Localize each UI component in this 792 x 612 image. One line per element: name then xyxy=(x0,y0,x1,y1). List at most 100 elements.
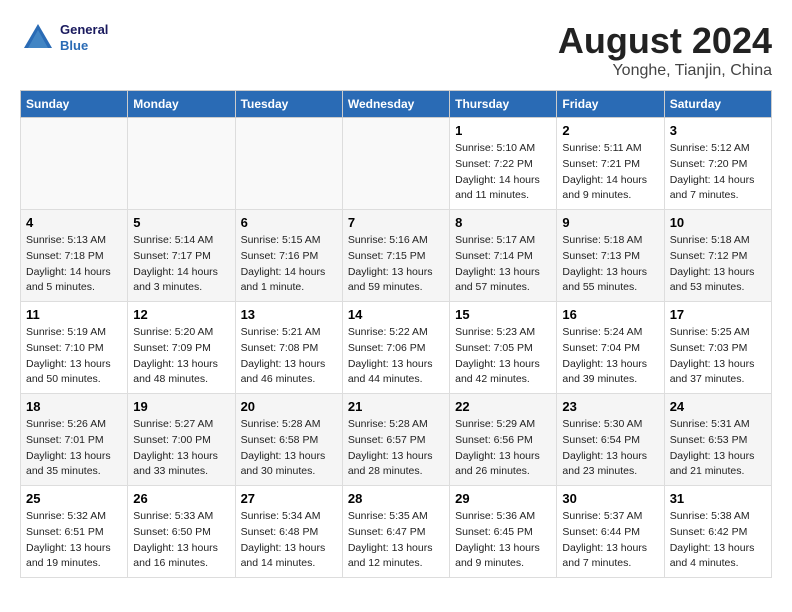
day-detail: Sunrise: 5:31 AMSunset: 6:53 PMDaylight:… xyxy=(670,417,766,480)
subtitle: Yonghe, Tianjin, China xyxy=(558,62,772,80)
day-detail: Sunrise: 5:25 AMSunset: 7:03 PMDaylight:… xyxy=(670,325,766,388)
day-detail: Sunrise: 5:29 AMSunset: 6:56 PMDaylight:… xyxy=(455,417,551,480)
day-detail: Sunrise: 5:28 AMSunset: 6:58 PMDaylight:… xyxy=(241,417,337,480)
day-number: 26 xyxy=(133,491,229,506)
day-number: 10 xyxy=(670,215,766,230)
day-number: 1 xyxy=(455,123,551,138)
calendar-cell xyxy=(128,118,235,210)
calendar-header: SundayMondayTuesdayWednesdayThursdayFrid… xyxy=(21,91,772,118)
day-number: 16 xyxy=(562,307,658,322)
day-number: 31 xyxy=(670,491,766,506)
calendar-cell: 3Sunrise: 5:12 AMSunset: 7:20 PMDaylight… xyxy=(664,118,771,210)
day-number: 2 xyxy=(562,123,658,138)
day-detail: Sunrise: 5:16 AMSunset: 7:15 PMDaylight:… xyxy=(348,233,444,296)
day-detail: Sunrise: 5:37 AMSunset: 6:44 PMDaylight:… xyxy=(562,509,658,572)
day-detail: Sunrise: 5:24 AMSunset: 7:04 PMDaylight:… xyxy=(562,325,658,388)
calendar-cell: 29 Sunrise: 5:36 AMSunset: 6:45 PMDayligh… xyxy=(450,486,557,578)
day-detail: Sunrise: 5:28 AMSunset: 6:57 PMDaylight:… xyxy=(348,417,444,480)
calendar-cell: 15 Sunrise: 5:23 AMSunset: 7:05 PMDayligh… xyxy=(450,302,557,394)
day-number: 4 xyxy=(26,215,122,230)
day-number: 18 xyxy=(26,399,122,414)
day-number: 21 xyxy=(348,399,444,414)
calendar-cell: 10 Sunrise: 5:18 AMSunset: 7:12 PMDayligh… xyxy=(664,210,771,302)
day-number: 14 xyxy=(348,307,444,322)
calendar-table: SundayMondayTuesdayWednesdayThursdayFrid… xyxy=(20,90,772,578)
calendar-cell: 25 Sunrise: 5:32 AMSunset: 6:51 PMDayligh… xyxy=(21,486,128,578)
day-number: 15 xyxy=(455,307,551,322)
calendar-cell: 24 Sunrise: 5:31 AMSunset: 6:53 PMDayligh… xyxy=(664,394,771,486)
day-number: 27 xyxy=(241,491,337,506)
day-detail: Sunrise: 5:22 AMSunset: 7:06 PMDaylight:… xyxy=(348,325,444,388)
week-row-5: 25 Sunrise: 5:32 AMSunset: 6:51 PMDayligh… xyxy=(21,486,772,578)
day-detail: Sunrise: 5:32 AMSunset: 6:51 PMDaylight:… xyxy=(26,509,122,572)
calendar-cell: 2 Sunrise: 5:11 AMSunset: 7:21 PMDaylight… xyxy=(557,118,664,210)
day-number: 17 xyxy=(670,307,766,322)
calendar-cell: 7 Sunrise: 5:16 AMSunset: 7:15 PMDaylight… xyxy=(342,210,449,302)
header-row: SundayMondayTuesdayWednesdayThursdayFrid… xyxy=(21,91,772,118)
day-number: 24 xyxy=(670,399,766,414)
day-number: 8 xyxy=(455,215,551,230)
day-number: 13 xyxy=(241,307,337,322)
calendar-cell: 11Sunrise: 5:19 AMSunset: 7:10 PMDayligh… xyxy=(21,302,128,394)
day-number: 6 xyxy=(241,215,337,230)
week-row-2: 4 Sunrise: 5:13 AMSunset: 7:18 PMDaylight… xyxy=(21,210,772,302)
calendar-cell: 12Sunrise: 5:20 AMSunset: 7:09 PMDayligh… xyxy=(128,302,235,394)
calendar-cell: 1 Sunrise: 5:10 AMSunset: 7:22 PMDaylight… xyxy=(450,118,557,210)
day-number: 30 xyxy=(562,491,658,506)
col-header-monday: Monday xyxy=(128,91,235,118)
calendar-cell xyxy=(235,118,342,210)
calendar-cell: 30 Sunrise: 5:37 AMSunset: 6:44 PMDayligh… xyxy=(557,486,664,578)
day-detail: Sunrise: 5:18 AMSunset: 7:13 PMDaylight:… xyxy=(562,233,658,296)
logo-text: General Blue xyxy=(60,22,108,53)
col-header-thursday: Thursday xyxy=(450,91,557,118)
calendar-cell: 17 Sunrise: 5:25 AMSunset: 7:03 PMDayligh… xyxy=(664,302,771,394)
day-number: 9 xyxy=(562,215,658,230)
calendar-cell: 6Sunrise: 5:15 AMSunset: 7:16 PMDaylight… xyxy=(235,210,342,302)
calendar-cell xyxy=(342,118,449,210)
calendar-cell: 23Sunrise: 5:30 AMSunset: 6:54 PMDayligh… xyxy=(557,394,664,486)
logo-line2: Blue xyxy=(60,38,108,54)
day-number: 11 xyxy=(26,307,122,322)
calendar-cell: 16 Sunrise: 5:24 AMSunset: 7:04 PMDayligh… xyxy=(557,302,664,394)
logo: General Blue xyxy=(20,20,108,56)
calendar-cell: 14 Sunrise: 5:22 AMSunset: 7:06 PMDayligh… xyxy=(342,302,449,394)
calendar-cell: 27Sunrise: 5:34 AMSunset: 6:48 PMDayligh… xyxy=(235,486,342,578)
logo-line1: General xyxy=(60,22,108,38)
day-number: 5 xyxy=(133,215,229,230)
col-header-friday: Friday xyxy=(557,91,664,118)
logo-icon xyxy=(20,20,56,56)
day-number: 3 xyxy=(670,123,766,138)
day-detail: Sunrise: 5:11 AMSunset: 7:21 PMDaylight:… xyxy=(562,141,658,204)
day-number: 28 xyxy=(348,491,444,506)
calendar-cell: 20 Sunrise: 5:28 AMSunset: 6:58 PMDayligh… xyxy=(235,394,342,486)
calendar-cell: 13 Sunrise: 5:21 AMSunset: 7:08 PMDayligh… xyxy=(235,302,342,394)
day-number: 29 xyxy=(455,491,551,506)
col-header-saturday: Saturday xyxy=(664,91,771,118)
week-row-3: 11Sunrise: 5:19 AMSunset: 7:10 PMDayligh… xyxy=(21,302,772,394)
day-number: 7 xyxy=(348,215,444,230)
day-detail: Sunrise: 5:26 AMSunset: 7:01 PMDaylight:… xyxy=(26,417,122,480)
calendar-cell: 21 Sunrise: 5:28 AMSunset: 6:57 PMDayligh… xyxy=(342,394,449,486)
day-detail: Sunrise: 5:18 AMSunset: 7:12 PMDaylight:… xyxy=(670,233,766,296)
day-detail: Sunrise: 5:10 AMSunset: 7:22 PMDaylight:… xyxy=(455,141,551,204)
day-detail: Sunrise: 5:23 AMSunset: 7:05 PMDaylight:… xyxy=(455,325,551,388)
day-detail: Sunrise: 5:36 AMSunset: 6:45 PMDaylight:… xyxy=(455,509,551,572)
day-detail: Sunrise: 5:13 AMSunset: 7:18 PMDaylight:… xyxy=(26,233,122,296)
day-number: 20 xyxy=(241,399,337,414)
title-block: August 2024 Yonghe, Tianjin, China xyxy=(558,20,772,80)
day-number: 25 xyxy=(26,491,122,506)
calendar-cell: 8Sunrise: 5:17 AMSunset: 7:14 PMDaylight… xyxy=(450,210,557,302)
calendar-cell: 9 Sunrise: 5:18 AMSunset: 7:13 PMDaylight… xyxy=(557,210,664,302)
calendar-cell: 4 Sunrise: 5:13 AMSunset: 7:18 PMDaylight… xyxy=(21,210,128,302)
day-detail: Sunrise: 5:33 AMSunset: 6:50 PMDaylight:… xyxy=(133,509,229,572)
day-detail: Sunrise: 5:21 AMSunset: 7:08 PMDaylight:… xyxy=(241,325,337,388)
day-detail: Sunrise: 5:20 AMSunset: 7:09 PMDaylight:… xyxy=(133,325,229,388)
day-detail: Sunrise: 5:38 AMSunset: 6:42 PMDaylight:… xyxy=(670,509,766,572)
day-number: 22 xyxy=(455,399,551,414)
day-detail: Sunrise: 5:27 AMSunset: 7:00 PMDaylight:… xyxy=(133,417,229,480)
day-number: 19 xyxy=(133,399,229,414)
calendar-cell: 28Sunrise: 5:35 AMSunset: 6:47 PMDayligh… xyxy=(342,486,449,578)
calendar-cell: 18 Sunrise: 5:26 AMSunset: 7:01 PMDayligh… xyxy=(21,394,128,486)
calendar-body: 1 Sunrise: 5:10 AMSunset: 7:22 PMDaylight… xyxy=(21,118,772,578)
week-row-4: 18 Sunrise: 5:26 AMSunset: 7:01 PMDayligh… xyxy=(21,394,772,486)
